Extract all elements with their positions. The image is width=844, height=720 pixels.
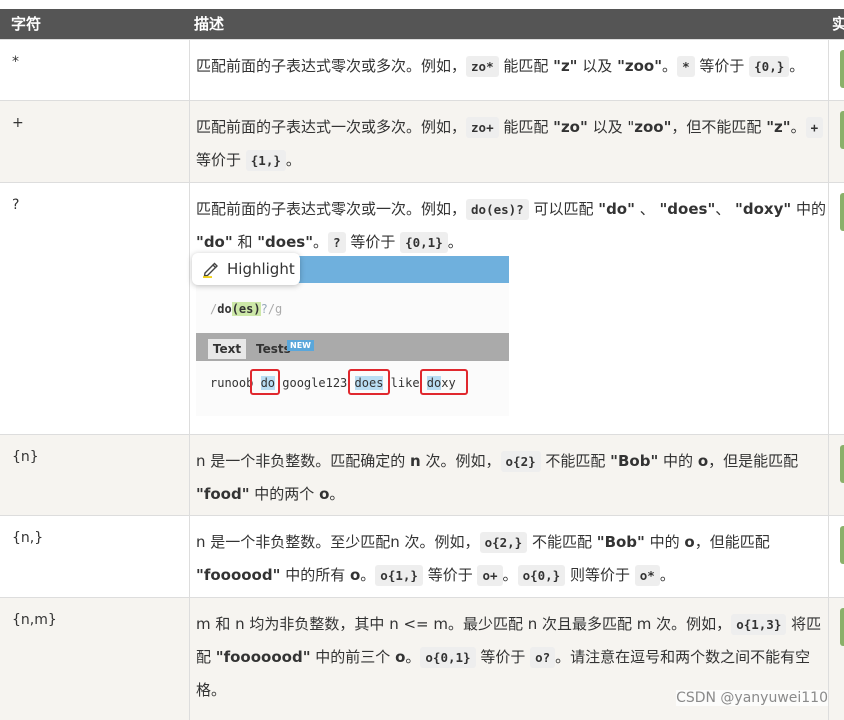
demo-regex: /do(es)?/g — [210, 302, 283, 316]
match-box — [348, 369, 390, 395]
row-description: n 是一个非负整数。至少匹配n 次。例如， o{2,} 不能匹配 "Bob" 中的… — [196, 532, 770, 586]
table-header: 字符 描述 实 — [0, 9, 844, 39]
try-it-button[interactable] — [840, 526, 844, 564]
row-description: 匹配前面的子表达式零次或多次。例如， zo* 能匹配 "z" 以及 "zoo"。 *… — [196, 56, 805, 77]
table-row: {n,} n 是一个非负整数。至少匹配n 次。例如， o{2,} 不能匹配 "Bo… — [0, 515, 844, 598]
demo-tab-tests: Tests — [256, 342, 291, 356]
header-char: 字符 — [11, 15, 42, 33]
row-description: n 是一个非负整数。匹配确定的 n 次。例如， o{2} 不能匹配 "Bob" 中… — [196, 451, 799, 503]
match-box — [250, 369, 280, 395]
match-box — [420, 369, 468, 395]
try-it-button[interactable] — [840, 193, 844, 231]
row-char: ? — [12, 197, 20, 213]
header-example: 实 — [832, 15, 844, 33]
demo-new-badge: NEW — [287, 340, 314, 351]
row-char: {n,} — [12, 530, 44, 546]
demo-sample-text: runoob do google123 does like doxy — [210, 376, 456, 390]
row-char: * — [12, 54, 19, 70]
highlight-label: Highlight — [227, 260, 295, 278]
header-desc: 描述 — [194, 15, 225, 33]
demo-tab-text: Text — [208, 339, 246, 359]
watermark: CSDN @yanyuwei110 — [676, 690, 828, 706]
row-char: + — [12, 115, 24, 131]
try-it-button[interactable] — [840, 50, 844, 88]
row-description: 匹配前面的子表达式一次或多次。例如， zo+ 能匹配 "zo" 以及 "zoo"，… — [196, 111, 826, 177]
highlight-popup[interactable]: Highlight — [192, 253, 300, 285]
row-char: {n} — [12, 449, 39, 465]
try-it-button[interactable] — [840, 445, 844, 483]
try-it-button[interactable] — [840, 111, 844, 149]
table-row: * 匹配前面的子表达式零次或多次。例如， zo* 能匹配 "z" 以及 "zoo"… — [0, 39, 844, 101]
row-char: {n,m} — [12, 612, 57, 628]
table-row: {n} n 是一个非负整数。匹配确定的 n 次。例如， o{2} 不能匹配 "Bo… — [0, 434, 844, 516]
row-description: 匹配前面的子表达式零次或一次。例如， do(es)? 可以匹配 "do" 、 "d… — [196, 199, 826, 253]
try-it-button[interactable] — [840, 608, 844, 646]
pen-icon — [203, 262, 218, 278]
table-row: + 匹配前面的子表达式一次或多次。例如， zo+ 能匹配 "zo" 以及 "zoo… — [0, 100, 844, 183]
